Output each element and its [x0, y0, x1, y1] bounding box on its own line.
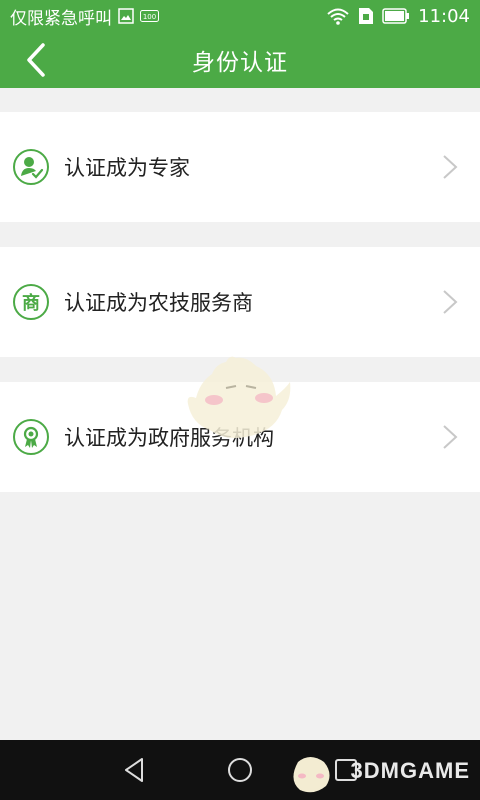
chevron-left-icon [27, 43, 45, 77]
merchant-icon-text: 商 [22, 293, 40, 314]
sim-icon [358, 7, 374, 25]
list-item-label: 认证成为专家 [64, 156, 190, 180]
back-button[interactable] [14, 40, 58, 80]
status-bar: 仅限紧急呼叫 100 11:04 [0, 0, 480, 32]
list-item-merchant[interactable]: 商 认证成为农技服务商 [0, 247, 480, 357]
page-title: 身份认证 [192, 50, 288, 76]
svg-text:100: 100 [143, 13, 156, 21]
watermark-logo-icon [293, 757, 330, 793]
award-icon [12, 418, 50, 456]
status-left: 仅限紧急呼叫 100 [10, 4, 160, 29]
navigation-bar: 3DMGAME [0, 740, 480, 800]
list-item-label: 认证成为农技服务商 [64, 291, 253, 315]
list-item-expert[interactable]: 认证成为专家 [0, 112, 480, 222]
watermark-logo: 3DMGAME [350, 758, 470, 783]
battery-icon [382, 8, 410, 24]
carrier-text: 仅限紧急呼叫 [10, 8, 112, 29]
chevron-right-icon [443, 290, 458, 314]
status-time: 11:04 [418, 5, 470, 27]
wifi-icon [326, 7, 350, 25]
merchant-icon: 商 [12, 283, 50, 321]
app-bar: 身份认证 [0, 32, 480, 88]
battery-saver-icon: 100 [140, 10, 160, 22]
chevron-right-icon [443, 425, 458, 449]
back-triangle-icon[interactable] [118, 754, 150, 786]
home-circle-icon[interactable] [224, 754, 256, 786]
expert-user-icon [12, 148, 50, 186]
image-icon [118, 8, 134, 24]
chevron-right-icon [443, 155, 458, 179]
status-right: 11:04 [326, 6, 470, 27]
watermark-mascot-icon [187, 356, 291, 438]
